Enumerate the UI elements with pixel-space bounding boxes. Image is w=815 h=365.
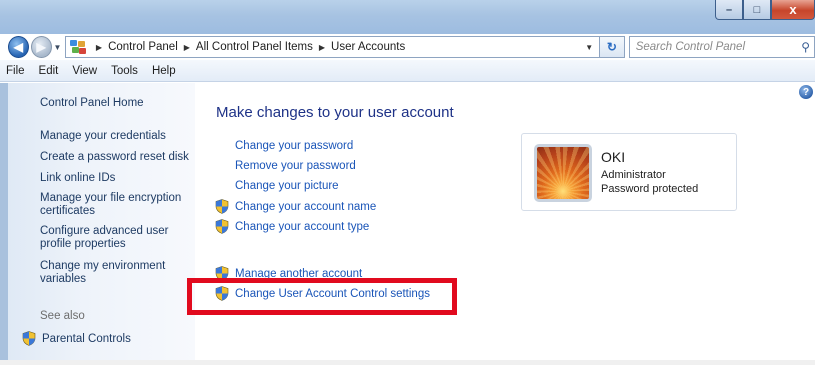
breadcrumb-arrow-icon[interactable]: ▶ [319,43,325,52]
forward-button[interactable]: ▶ [30,36,52,58]
shield-icon [22,331,36,346]
main-panel: ? Make changes to your user account Chan… [195,83,815,365]
change-account-type-label: Change your account type [235,220,370,233]
sidebar-advanced-profile[interactable]: Configure advanced user profile properti… [40,225,198,251]
uac-shield-icon [215,199,229,214]
manage-another-account-label: Manage another account [235,267,363,280]
window-titlebar[interactable]: – □ x [0,0,815,34]
menu-view[interactable]: View [72,65,97,77]
sidebar-parental-controls[interactable]: Parental Controls [22,331,131,346]
change-account-name-label: Change your account name [235,200,377,213]
sidebar-link-online-ids[interactable]: Link online IDs [40,172,198,185]
breadcrumb-arrow-icon[interactable]: ▶ [184,43,190,52]
avatar [534,144,592,202]
search-input[interactable]: Search Control Panel ⚲ [628,36,815,58]
remove-password-label: Remove your password [235,160,356,172]
close-button[interactable]: x [771,0,815,20]
account-status: Password protected [601,183,699,195]
search-placeholder: Search Control Panel [635,41,745,53]
menu-tools[interactable]: Tools [111,65,138,77]
task-pane: Control Panel Home Manage your credentia… [0,83,195,365]
address-dropdown-icon[interactable]: ▼ [585,43,593,52]
sidebar-control-panel-home[interactable]: Control Panel Home [40,97,198,110]
breadcrumb-arrow-icon[interactable]: ▶ [96,43,102,52]
breadcrumb-user-accounts[interactable]: User Accounts [331,41,405,53]
menu-help[interactable]: Help [152,65,176,77]
menu-file[interactable]: File [6,65,25,77]
help-icon[interactable]: ? [799,85,813,99]
menu-bar: File Edit View Tools Help [0,60,815,82]
manage-another-account-link[interactable]: Manage another account [215,266,362,281]
change-account-name-link[interactable]: Change your account name [215,199,376,214]
change-uac-settings-label: Change User Account Control settings [235,287,430,300]
minimize-button[interactable]: – [715,0,743,20]
change-password-link[interactable]: Change your password [235,140,353,152]
uac-shield-icon [215,266,229,281]
account-name: OKI [601,149,626,165]
uac-shield-icon [215,219,229,234]
window-bottom-edge [0,360,815,365]
search-icon[interactable]: ⚲ [801,40,810,54]
change-picture-link[interactable]: Change your picture [235,180,339,192]
caption-buttons: – □ x [715,0,815,22]
account-card: OKI Administrator Password protected [521,133,737,211]
address-row: ◀ ▶ ▼ ▶ Control Panel ▶ All Control Pane… [0,34,815,60]
refresh-icon: ↻ [606,40,617,54]
change-uac-settings-link[interactable]: Change User Account Control settings [215,286,430,301]
breadcrumb-control-panel[interactable]: Control Panel [108,41,178,53]
address-bar[interactable]: ▶ Control Panel ▶ All Control Panel Item… [64,36,601,58]
breadcrumb-all-items[interactable]: All Control Panel Items [196,41,313,53]
sidebar-environment-variables[interactable]: Change my environment variables [40,260,198,286]
account-role: Administrator [601,169,666,181]
uac-shield-icon [215,286,229,301]
refresh-button[interactable]: ↻ [600,36,625,58]
menu-edit[interactable]: Edit [39,65,59,77]
change-password-label: Change your password [235,140,354,152]
sidebar-file-encryption[interactable]: Manage your file encryption certificates [40,192,198,218]
page-title: Make changes to your user account [216,104,454,121]
sidebar-password-reset-disk[interactable]: Create a password reset disk [40,151,198,164]
control-panel-icon [69,40,86,54]
back-button[interactable]: ◀ [8,36,29,58]
parental-controls-label: Parental Controls [42,332,131,345]
change-account-type-link[interactable]: Change your account type [215,219,369,234]
recent-pages-dropdown-icon[interactable]: ▼ [54,43,63,52]
content-area: Control Panel Home Manage your credentia… [0,83,815,365]
see-also-label: See also [40,310,85,322]
remove-password-link[interactable]: Remove your password [235,160,356,172]
change-picture-label: Change your picture [235,180,339,192]
maximize-button[interactable]: □ [743,0,771,20]
sidebar-manage-credentials[interactable]: Manage your credentials [40,130,198,143]
